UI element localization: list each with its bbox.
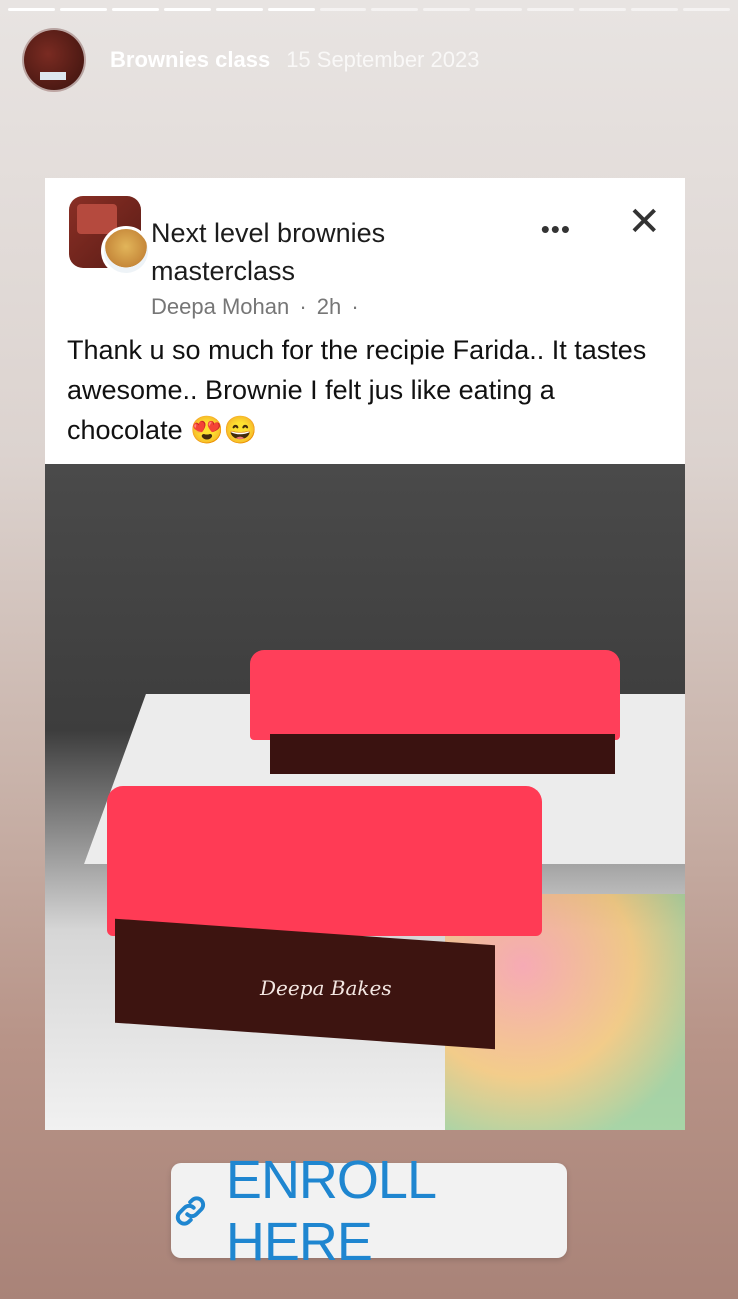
progress-segment — [475, 8, 523, 11]
post-time: 2h — [316, 294, 342, 319]
story-header: Brownies class 15 September 2023 — [22, 28, 479, 92]
user-avatar[interactable] — [101, 226, 151, 276]
post-text: Thank u so much for the recipie Farida..… — [67, 335, 647, 445]
enroll-button[interactable]: ENROLL HERE — [171, 1150, 567, 1272]
story-date: 15 September 2023 — [286, 47, 480, 72]
progress-segment — [682, 8, 730, 11]
progress-segment — [111, 8, 159, 11]
more-options-icon[interactable]: ••• — [541, 214, 571, 245]
story-progress-bar — [8, 8, 730, 11]
progress-segment — [215, 8, 263, 11]
meta-dot: · — [299, 294, 307, 319]
enroll-label: ENROLL HERE — [225, 1149, 435, 1272]
progress-segment — [319, 8, 367, 11]
story-title[interactable]: Brownies class — [110, 47, 270, 73]
progress-segment — [527, 8, 575, 11]
close-icon[interactable]: ✕ — [627, 202, 661, 242]
photo-watermark: Deepa Bakes — [260, 976, 392, 1000]
progress-segment — [631, 8, 678, 11]
post-photo: Deepa Bakes — [45, 464, 685, 1130]
progress-segment — [423, 8, 471, 11]
story-avatar[interactable] — [22, 28, 86, 92]
progress-segment — [267, 8, 315, 11]
post-meta: Deepa Mohan · 2h · — [151, 294, 363, 320]
progress-segment — [371, 8, 419, 11]
progress-segment — [8, 8, 55, 11]
progress-segment — [163, 8, 211, 11]
author-name[interactable]: Deepa Mohan — [151, 294, 289, 319]
post-header: Next level brownies masterclass Deepa Mo… — [69, 196, 661, 319]
progress-segment — [59, 8, 107, 11]
group-name[interactable]: Next level brownies masterclass — [151, 214, 451, 290]
link-icon — [175, 1195, 206, 1226]
progress-segment — [579, 8, 627, 11]
meta-dot: · — [351, 294, 359, 319]
post-card: Next level brownies masterclass Deepa Mo… — [45, 178, 685, 1130]
